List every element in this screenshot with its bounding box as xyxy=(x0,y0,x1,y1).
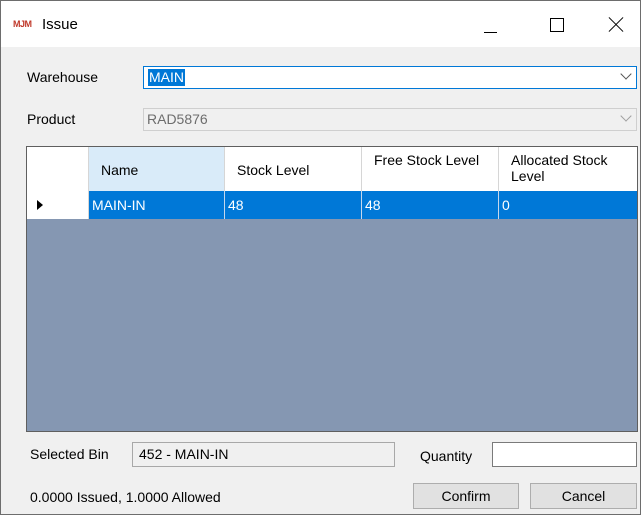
cell-allocated-stock-level[interactable]: 0 xyxy=(499,191,637,219)
column-header-allocated-stock-level[interactable]: Allocated Stock Level xyxy=(499,147,637,191)
column-header-name[interactable]: Name xyxy=(89,147,225,191)
column-header-label: Free Stock Level xyxy=(374,152,480,168)
quantity-label: Quantity xyxy=(420,448,473,464)
column-header-free-stock-level[interactable]: Free Stock Level xyxy=(362,147,499,191)
selected-bin-field: 452 - MAIN-IN xyxy=(132,442,395,467)
row-selector[interactable] xyxy=(27,191,89,219)
cell-stock-level[interactable]: 48 xyxy=(225,191,362,219)
warehouse-value: MAIN xyxy=(148,69,185,86)
bin-stock-grid[interactable]: Name Stock Level Free Stock Level Alloca… xyxy=(26,146,638,432)
product-select: RAD5876 xyxy=(143,108,637,131)
selected-bin-label: Selected Bin xyxy=(30,446,109,462)
chevron-down-icon xyxy=(620,110,632,122)
warehouse-select[interactable]: MAIN xyxy=(143,66,637,89)
grid-header: Name Stock Level Free Stock Level Alloca… xyxy=(27,147,637,191)
column-header-label: Stock Level xyxy=(237,162,310,178)
cell-free-stock-level[interactable]: 48 xyxy=(362,191,499,219)
status-text: 0.0000 Issued, 1.0000 Allowed xyxy=(30,489,221,505)
current-row-arrow-icon xyxy=(37,200,43,210)
quantity-input[interactable] xyxy=(492,442,637,467)
column-header-label: Name xyxy=(101,162,139,178)
cancel-button[interactable]: Cancel xyxy=(530,483,637,509)
minimize-button[interactable] xyxy=(467,1,513,47)
chevron-down-icon[interactable] xyxy=(620,68,632,80)
title-bar: MJM Issue xyxy=(1,1,640,47)
product-value: RAD5876 xyxy=(147,111,208,127)
issue-window: MJM Issue Warehouse MAIN Product RAD5876… xyxy=(0,0,641,515)
selected-bin-value: 452 - MAIN-IN xyxy=(139,446,229,462)
warehouse-label: Warehouse xyxy=(27,69,99,85)
window-title: Issue xyxy=(42,16,78,33)
confirm-button[interactable]: Confirm xyxy=(413,483,519,509)
row-header-corner xyxy=(27,147,89,191)
cell-name[interactable]: MAIN-IN xyxy=(89,191,225,219)
close-button[interactable] xyxy=(594,1,640,47)
column-header-stock-level[interactable]: Stock Level xyxy=(225,147,362,191)
column-header-label: Allocated Stock Level xyxy=(511,152,608,184)
maximize-button[interactable] xyxy=(535,1,581,47)
table-row[interactable]: MAIN-IN 48 48 0 xyxy=(89,191,637,219)
product-label: Product xyxy=(27,111,76,127)
app-logo: MJM xyxy=(13,19,32,29)
